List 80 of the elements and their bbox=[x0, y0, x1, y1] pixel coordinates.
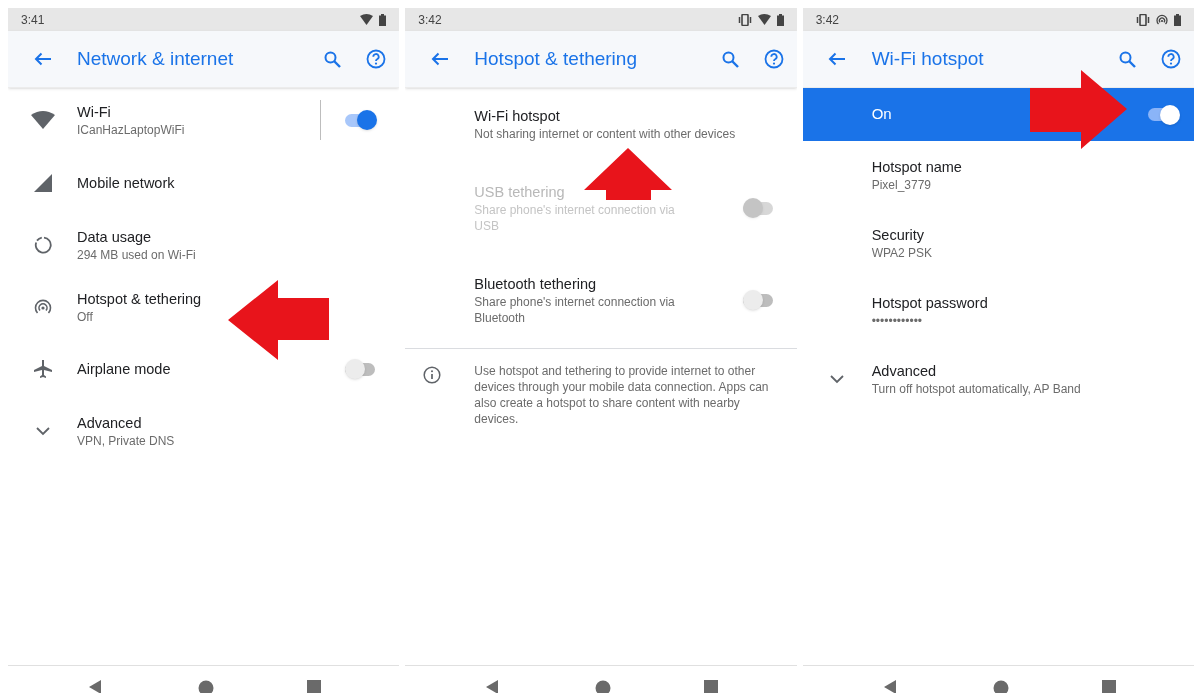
settings-item[interactable]: Advanced Turn off hotspot automatically, AP Band bbox=[802, 345, 1194, 413]
recents-nav-icon[interactable] bbox=[704, 680, 719, 693]
item-title: Wi-Fi hotspot bbox=[474, 107, 561, 126]
back-nav-icon[interactable] bbox=[88, 680, 102, 693]
item-title: USB tethering bbox=[474, 183, 566, 202]
status-time: 3:42 bbox=[418, 11, 442, 29]
toggle-switch[interactable] bbox=[742, 290, 775, 310]
item-subtitle: Off bbox=[77, 309, 94, 325]
data-usage-icon bbox=[33, 236, 52, 254]
back-arrow-icon[interactable] bbox=[33, 52, 52, 66]
settings-item[interactable]: Wi-Fi hotspot Not sharing internet or content with other devices bbox=[405, 88, 797, 164]
chevron-down-icon bbox=[35, 426, 50, 436]
item-subtitle: Pixel_3779 bbox=[871, 177, 933, 193]
info-icon bbox=[423, 366, 442, 384]
item-title: Advanced bbox=[871, 362, 938, 381]
wifi-status-icon bbox=[757, 14, 771, 25]
hotspot-icon bbox=[33, 298, 52, 316]
battery-icon bbox=[776, 13, 784, 26]
item-title: Hotspot name bbox=[871, 158, 963, 177]
settings-item[interactable]: Bluetooth tethering Share phone's internet connection via Bluetooth bbox=[405, 256, 797, 348]
toggle-switch[interactable] bbox=[1148, 104, 1180, 125]
back-arrow-icon[interactable] bbox=[430, 52, 449, 66]
airplane-icon bbox=[32, 359, 53, 379]
status-time: 3:42 bbox=[815, 11, 839, 29]
help-icon[interactable] bbox=[366, 49, 387, 69]
item-subtitle: Share phone's internet connection via Bluetooth bbox=[474, 294, 676, 326]
settings-item[interactable]: Security WPA2 PSK bbox=[802, 209, 1194, 277]
master-switch-label: On bbox=[870, 104, 892, 125]
home-nav-icon[interactable] bbox=[595, 680, 612, 693]
item-title: Data usage bbox=[77, 228, 153, 247]
settings-item[interactable]: Advanced VPN, Private DNS bbox=[8, 400, 400, 462]
toggle-switch[interactable] bbox=[345, 110, 378, 130]
item-subtitle: 294 MB used on Wi-Fi bbox=[77, 247, 197, 263]
battery-icon bbox=[379, 13, 387, 26]
status-time: 3:41 bbox=[21, 11, 45, 29]
search-icon[interactable] bbox=[324, 50, 342, 68]
home-nav-icon[interactable] bbox=[992, 680, 1009, 693]
help-icon[interactable] bbox=[1161, 49, 1181, 69]
wifi-status-icon bbox=[360, 14, 374, 25]
search-icon[interactable] bbox=[721, 50, 739, 68]
screen-title: Network & internet bbox=[77, 46, 235, 71]
settings-item[interactable]: Hotspot name Pixel_3779 bbox=[802, 141, 1194, 209]
back-nav-icon[interactable] bbox=[485, 680, 500, 693]
item-title: Hotspot password bbox=[871, 294, 989, 313]
signal-icon bbox=[33, 174, 52, 192]
home-nav-icon[interactable] bbox=[198, 680, 214, 693]
back-arrow-icon[interactable] bbox=[828, 52, 847, 66]
settings-item[interactable]: Data usage 294 MB used on Wi-Fi bbox=[8, 214, 400, 276]
vibrate-icon bbox=[737, 13, 752, 26]
chevron-down-icon bbox=[830, 374, 845, 384]
settings-item[interactable]: Wi-Fi ICanHazLaptopWiFi bbox=[8, 88, 400, 152]
battery-icon bbox=[1174, 13, 1181, 26]
item-title: Mobile network bbox=[77, 174, 176, 193]
item-subtitle: Share phone's internet connection via USB bbox=[474, 202, 676, 234]
screen-title: Hotspot & tethering bbox=[474, 46, 638, 71]
info-text: Use hotspot and tethering to provide internet to other devices through your mobile data connection. Apps can also create a hotspot to share content with nearby devices. bbox=[474, 363, 770, 427]
item-title: Advanced bbox=[77, 414, 143, 433]
back-nav-icon[interactable] bbox=[882, 680, 897, 693]
vibrate-icon bbox=[1136, 13, 1150, 26]
wifi-icon bbox=[30, 111, 55, 129]
hotspot-status-icon bbox=[1156, 13, 1168, 26]
search-icon[interactable] bbox=[1119, 50, 1136, 68]
help-icon[interactable] bbox=[763, 49, 784, 69]
item-subtitle: VPN, Private DNS bbox=[77, 433, 176, 449]
item-subtitle: Not sharing internet or content with other devices bbox=[474, 126, 737, 142]
settings-item[interactable]: Mobile network bbox=[8, 152, 400, 214]
settings-item[interactable]: Airplane mode bbox=[8, 338, 400, 400]
item-subtitle: ICanHazLaptopWiFi bbox=[77, 122, 186, 138]
item-title: Hotspot & tethering bbox=[77, 290, 203, 309]
settings-item[interactable]: Hotspot & tethering Off bbox=[8, 276, 400, 338]
item-subtitle: WPA2 PSK bbox=[871, 245, 934, 261]
screen-title: Wi-Fi hotspot bbox=[871, 46, 985, 71]
item-title: Wi-Fi bbox=[77, 103, 112, 122]
settings-item[interactable]: Hotspot password •••••••••••• bbox=[802, 277, 1194, 345]
item-subtitle: Turn off hotspot automatically, AP Band bbox=[871, 381, 1082, 397]
item-title: Security bbox=[871, 226, 926, 245]
item-title: Bluetooth tethering bbox=[474, 275, 598, 294]
recents-nav-icon[interactable] bbox=[1101, 680, 1116, 693]
item-title: Airplane mode bbox=[77, 360, 172, 379]
item-subtitle: •••••••••••• bbox=[871, 313, 924, 329]
